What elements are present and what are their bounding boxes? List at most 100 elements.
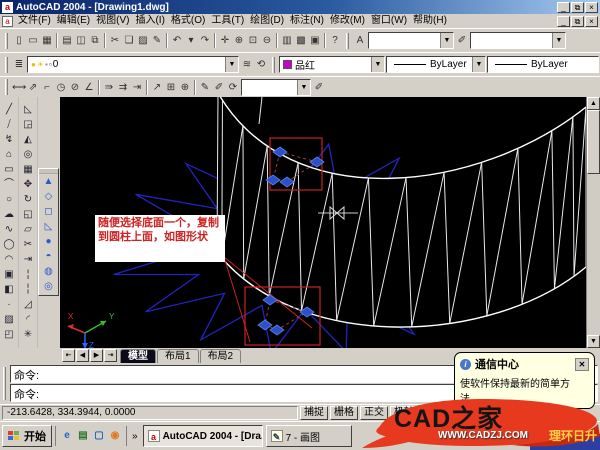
chevron-down-icon[interactable]: ▼: [552, 33, 565, 48]
publish-icon[interactable]: ⧉: [88, 33, 102, 48]
region-icon[interactable]: ◰: [1, 327, 17, 342]
dimension-update-icon[interactable]: ⟳: [226, 80, 240, 95]
menu-view[interactable]: 视图(V): [93, 14, 132, 28]
menu-file[interactable]: 文件(F): [15, 14, 54, 28]
make-block-icon[interactable]: ◧: [1, 282, 17, 297]
cut-icon[interactable]: ✂: [108, 33, 122, 48]
circle-icon[interactable]: ○: [1, 192, 17, 207]
center-mark-icon[interactable]: ⊕: [178, 80, 192, 95]
undo-icon[interactable]: ↶: [170, 33, 184, 48]
toggle-polar[interactable]: 极轴: [390, 406, 418, 420]
plot-preview-icon[interactable]: ◫: [74, 33, 88, 48]
scroll-down-icon[interactable]: ▼: [587, 335, 600, 348]
menu-modify[interactable]: 修改(M): [327, 14, 368, 28]
dome-surface-icon[interactable]: ◓: [41, 249, 57, 264]
toggle-ortho[interactable]: 正交: [360, 406, 388, 420]
chevron-down-icon[interactable]: ▼: [440, 33, 453, 48]
tab-layout2[interactable]: 布局2: [200, 349, 242, 363]
command-window-grip[interactable]: [3, 367, 6, 400]
tab-next-button[interactable]: ▶: [90, 349, 103, 362]
balloon-link[interactable]: 单击此处。: [460, 409, 510, 420]
radius-dimension-icon[interactable]: ◷: [54, 80, 68, 95]
chevron-down-icon[interactable]: ▼: [225, 57, 238, 72]
explorer-icon[interactable]: ▢: [92, 429, 106, 443]
dimension-edit-icon[interactable]: ✎: [198, 80, 212, 95]
toolbar-grip[interactable]: [5, 79, 8, 95]
dimension-style-combo[interactable]: ▼: [241, 79, 311, 96]
doc-close-button[interactable]: ×: [585, 16, 598, 27]
menu-window[interactable]: 窗口(W): [368, 14, 410, 28]
open-file-icon[interactable]: ▭: [26, 33, 40, 48]
explode-icon[interactable]: ✳: [20, 327, 36, 342]
taskbar-paint-task[interactable]: ✎ 7 - 画图: [266, 425, 352, 447]
designcenter-icon[interactable]: ▩: [294, 33, 308, 48]
save-icon[interactable]: ▦: [40, 33, 54, 48]
coordinates-readout[interactable]: -213.6428, 334.3944, 0.0000: [2, 406, 298, 420]
layer-combo[interactable]: ●☀▪▫ 0 ▼: [27, 56, 239, 73]
pan-icon[interactable]: ✛: [218, 33, 232, 48]
start-button[interactable]: 开始: [2, 425, 52, 447]
quick-launch-chevron[interactable]: »: [130, 431, 140, 442]
extend-icon[interactable]: ⇥: [20, 252, 36, 267]
dimension-text-edit-icon[interactable]: ✐: [212, 80, 226, 95]
menu-help[interactable]: 帮助(H): [410, 14, 450, 28]
tab-prev-button[interactable]: ◀: [76, 349, 89, 362]
offset-icon[interactable]: ◎: [20, 147, 36, 162]
3d-face-icon[interactable]: ◇: [41, 189, 57, 204]
toolbar-grip[interactable]: [346, 33, 349, 49]
rectangle-icon[interactable]: ▭: [1, 162, 17, 177]
doc-restore-button[interactable]: ⧉: [571, 16, 584, 27]
doc-minimize-button[interactable]: _: [557, 16, 570, 27]
toggle-grid[interactable]: 栅格: [330, 406, 358, 420]
quick-leader-icon[interactable]: ↗: [150, 80, 164, 95]
layer-previous-icon[interactable]: ⟲: [254, 57, 268, 72]
break-at-point-icon[interactable]: ¦: [20, 267, 36, 282]
dim-style-combo[interactable]: ▼: [470, 32, 566, 49]
menu-dimension[interactable]: 标注(N): [287, 14, 327, 28]
minimize-button[interactable]: _: [557, 2, 570, 13]
spline-icon[interactable]: ∿: [1, 222, 17, 237]
close-button[interactable]: ×: [585, 2, 598, 13]
chevron-down-icon[interactable]: ▼: [371, 57, 384, 72]
balloon-close-icon[interactable]: ✕: [575, 358, 589, 371]
ie-icon[interactable]: e: [60, 429, 74, 443]
tab-first-button[interactable]: ⇤: [62, 349, 75, 362]
diameter-dimension-icon[interactable]: ⊘: [68, 80, 82, 95]
line-icon[interactable]: ╱: [1, 102, 17, 117]
hatch-icon[interactable]: ▨: [1, 312, 17, 327]
arc-icon[interactable]: ⌒: [1, 177, 17, 192]
linear-dimension-icon[interactable]: ⟷: [12, 80, 26, 95]
taskbar-autocad-task[interactable]: a AutoCAD 2004 - [Dra...: [143, 425, 263, 447]
menu-format[interactable]: 格式(O): [168, 14, 208, 28]
tab-layout1[interactable]: 布局1: [157, 349, 199, 363]
zoom-realtime-icon[interactable]: ⊕: [232, 33, 246, 48]
move-icon[interactable]: ✥: [20, 177, 36, 192]
tab-model[interactable]: 模型: [120, 349, 156, 363]
menu-insert[interactable]: 插入(I): [132, 14, 167, 28]
drawing-canvas[interactable]: XYZ 随便选择底面一个，复制到圆柱上面，如图形状: [60, 97, 586, 348]
dim-style-icon[interactable]: ✐: [455, 33, 469, 48]
match-properties-icon[interactable]: ✎: [150, 33, 164, 48]
text-style-icon[interactable]: A: [353, 33, 367, 48]
layer-manager-icon[interactable]: ≣: [12, 57, 26, 72]
ellipse-icon[interactable]: ◯: [1, 237, 17, 252]
cylinder-surface-icon[interactable]: ◍: [41, 264, 57, 279]
help-icon[interactable]: ?: [328, 33, 342, 48]
new-file-icon[interactable]: ▯: [12, 33, 26, 48]
dim-style-edit-icon[interactable]: ✐: [312, 80, 326, 95]
continue-dimension-icon[interactable]: ⇥: [130, 80, 144, 95]
restore-button[interactable]: ⧉: [571, 2, 584, 13]
array-icon[interactable]: ▦: [20, 162, 36, 177]
linetype-combo[interactable]: ByLayer ▼: [386, 56, 486, 73]
vertical-scrollbar[interactable]: ▲ ▼: [586, 97, 600, 348]
trim-icon[interactable]: ✂: [20, 237, 36, 252]
erase-icon[interactable]: ◺: [20, 102, 36, 117]
scale-icon[interactable]: ◱: [20, 207, 36, 222]
quick-dimension-icon[interactable]: ⇛: [102, 80, 116, 95]
point-icon[interactable]: ·: [1, 297, 17, 312]
scroll-up-icon[interactable]: ▲: [587, 97, 600, 110]
construction-line-icon[interactable]: ⧸: [1, 117, 17, 132]
titlebar[interactable]: a AutoCAD 2004 - [Drawing1.dwg] _ ⧉ ×: [0, 0, 600, 14]
revision-cloud-icon[interactable]: ☁: [1, 207, 17, 222]
tolerance-icon[interactable]: ⊞: [164, 80, 178, 95]
